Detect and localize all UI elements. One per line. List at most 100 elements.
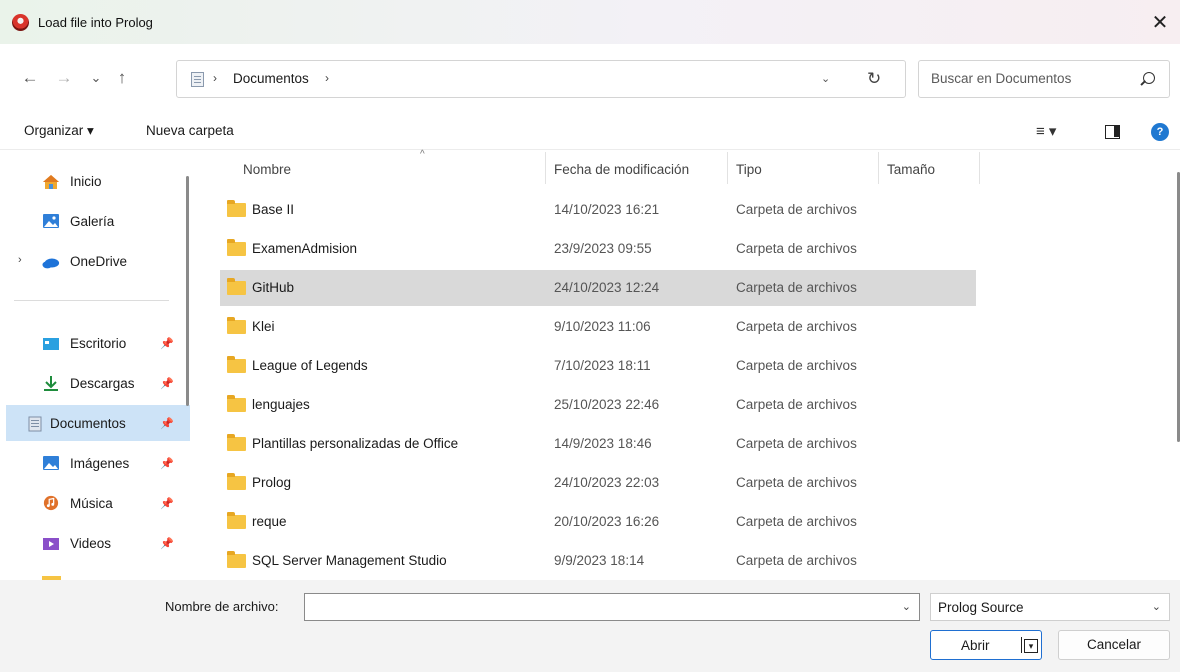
breadcrumb-documentos[interactable]: Documentos bbox=[233, 71, 309, 86]
folder-icon bbox=[227, 473, 246, 490]
file-date: 14/10/2023 16:21 bbox=[554, 202, 660, 217]
file-date: 9/10/2023 11:06 bbox=[554, 319, 651, 334]
sidebar-scrollbar[interactable] bbox=[186, 176, 189, 406]
column-header-size[interactable]: Tamaño bbox=[887, 150, 935, 186]
column-divider[interactable] bbox=[878, 152, 879, 184]
recent-locations-chevron-icon[interactable]: ⌄ bbox=[84, 66, 108, 90]
sidebar-item-inicio[interactable]: Inicio bbox=[0, 163, 190, 199]
file-name: SQL Server Management Studio bbox=[252, 553, 447, 568]
sidebar-item-musica[interactable]: Música 📌 bbox=[0, 485, 190, 521]
up-arrow-icon[interactable]: ↑ bbox=[110, 66, 134, 90]
file-row[interactable]: ExamenAdmision 23/9/2023 09:55 Carpeta d… bbox=[220, 231, 976, 267]
search-icon[interactable] bbox=[1143, 72, 1155, 84]
column-header-label: Fecha de modificación bbox=[554, 162, 690, 177]
column-divider[interactable] bbox=[979, 152, 980, 184]
pin-icon[interactable]: 📌 bbox=[160, 537, 174, 550]
organize-menu-button[interactable]: Organizar ▾ bbox=[24, 123, 94, 139]
column-header-type[interactable]: Tipo bbox=[736, 150, 762, 186]
filetype-value: Prolog Source bbox=[938, 600, 1024, 615]
file-name: GitHub bbox=[252, 280, 295, 295]
prolog-app-icon bbox=[12, 14, 29, 31]
home-icon bbox=[43, 175, 59, 189]
column-header-date[interactable]: Fecha de modificación bbox=[554, 150, 689, 186]
back-arrow-icon[interactable]: ← bbox=[18, 66, 42, 90]
file-row[interactable]: Klei 9/10/2023 11:06 Carpeta de archivos bbox=[220, 309, 976, 345]
pin-icon[interactable]: 📌 bbox=[160, 377, 174, 390]
file-row[interactable]: Prolog 24/10/2023 22:03 Carpeta de archi… bbox=[220, 465, 976, 501]
close-button[interactable]: ✕ bbox=[1140, 0, 1180, 44]
filename-input[interactable]: ⌄ bbox=[304, 593, 920, 621]
file-list: Nombre ^ Fecha de modificación Tipo Tama… bbox=[200, 149, 1180, 580]
pin-icon[interactable]: 📌 bbox=[160, 497, 174, 510]
new-folder-button[interactable]: Nueva carpeta bbox=[146, 123, 234, 138]
file-type: Carpeta de archivos bbox=[736, 319, 857, 334]
sidebar-item-videos[interactable]: Videos 📌 bbox=[0, 525, 190, 561]
column-divider[interactable] bbox=[545, 152, 546, 184]
file-date: 25/10/2023 22:46 bbox=[554, 397, 660, 412]
file-name: Plantillas personalizadas de Office bbox=[252, 436, 459, 451]
expand-chevron-icon[interactable]: › bbox=[18, 254, 22, 266]
file-name: lenguajes bbox=[252, 397, 310, 412]
forward-arrow-icon[interactable]: → bbox=[52, 66, 76, 90]
navigation-pane: Inicio Galería › OneDrive Escritorio 📌 D… bbox=[0, 150, 200, 580]
sidebar-item-label: Escritorio bbox=[70, 335, 127, 351]
sort-ascending-icon: ^ bbox=[420, 149, 425, 160]
help-icon[interactable]: ? bbox=[1151, 123, 1169, 141]
file-date: 23/9/2023 09:55 bbox=[554, 241, 652, 256]
sidebar-item-descargas[interactable]: Descargas 📌 bbox=[0, 365, 190, 401]
breadcrumb-separator-icon[interactable]: › bbox=[325, 71, 329, 85]
file-row-selected[interactable]: GitHub 24/10/2023 12:24 Carpeta de archi… bbox=[220, 270, 976, 306]
file-row[interactable]: Base II 14/10/2023 16:21 Carpeta de arch… bbox=[220, 192, 976, 228]
file-type: Carpeta de archivos bbox=[736, 397, 857, 412]
sidebar-item-label: Videos bbox=[70, 535, 112, 551]
file-row[interactable]: Plantillas personalizadas de Office 14/9… bbox=[220, 426, 976, 462]
preview-pane-icon[interactable] bbox=[1105, 125, 1120, 139]
column-divider[interactable] bbox=[727, 152, 728, 184]
address-bar[interactable]: › Documentos › ⌄ ↻ bbox=[176, 60, 906, 98]
filename-label: Nombre de archivo: bbox=[165, 599, 279, 614]
onedrive-icon bbox=[42, 258, 60, 269]
sidebar-item-escritorio[interactable]: Escritorio 📌 bbox=[0, 325, 190, 361]
sidebar-item-label: Inicio bbox=[70, 173, 102, 189]
filename-dropdown-chevron-icon[interactable]: ⌄ bbox=[902, 600, 911, 613]
sidebar-item-imagenes[interactable]: Imágenes 📌 bbox=[0, 445, 190, 481]
desktop-icon bbox=[43, 338, 59, 350]
file-date: 20/10/2023 16:26 bbox=[554, 514, 660, 529]
file-row[interactable]: reque 20/10/2023 16:26 Carpeta de archiv… bbox=[220, 504, 976, 540]
sidebar-item-label: Documentos bbox=[50, 415, 126, 431]
open-options-dropdown-icon[interactable]: ▾ bbox=[1024, 639, 1038, 653]
gallery-icon bbox=[43, 214, 59, 228]
open-button[interactable]: Abrir ▾ bbox=[930, 630, 1042, 660]
folder-icon bbox=[227, 356, 246, 373]
folder-icon bbox=[227, 551, 246, 568]
column-header-name[interactable]: Nombre bbox=[243, 150, 291, 186]
pin-icon[interactable]: 📌 bbox=[160, 417, 174, 430]
file-date: 7/10/2023 18:11 bbox=[554, 358, 651, 373]
cancel-button[interactable]: Cancelar bbox=[1058, 630, 1170, 660]
sidebar-item-galeria[interactable]: Galería bbox=[0, 203, 190, 239]
title-bar: Load file into Prolog ✕ bbox=[0, 0, 1180, 44]
file-type: Carpeta de archivos bbox=[736, 514, 857, 529]
pin-icon[interactable]: 📌 bbox=[160, 337, 174, 350]
sidebar-item-onedrive[interactable]: › OneDrive bbox=[0, 243, 190, 279]
sidebar-item-partial[interactable] bbox=[0, 565, 190, 580]
view-options-icon[interactable]: ≡ ▾ bbox=[1036, 122, 1056, 140]
refresh-icon[interactable]: ↻ bbox=[867, 69, 881, 89]
filetype-select[interactable]: Prolog Source ⌄ bbox=[930, 593, 1170, 621]
file-type: Carpeta de archivos bbox=[736, 553, 857, 568]
file-row[interactable]: SQL Server Management Studio 9/9/2023 18… bbox=[220, 543, 976, 579]
address-dropdown-chevron-icon[interactable]: ⌄ bbox=[821, 72, 830, 85]
open-button-label: Abrir bbox=[961, 638, 990, 653]
file-row[interactable]: League of Legends 7/10/2023 18:11 Carpet… bbox=[220, 348, 976, 384]
sidebar-item-documentos[interactable]: Documentos 📌 bbox=[6, 405, 190, 441]
file-date: 9/9/2023 18:14 bbox=[554, 553, 645, 568]
sidebar-item-label: Galería bbox=[70, 213, 115, 229]
file-type: Carpeta de archivos bbox=[736, 280, 857, 295]
download-icon bbox=[44, 376, 58, 391]
folder-icon bbox=[227, 200, 246, 217]
pin-icon[interactable]: 📌 bbox=[160, 457, 174, 470]
sidebar-item-label: Imágenes bbox=[70, 455, 130, 471]
command-toolbar: Organizar ▾ Nueva carpeta ≡ ▾ ? bbox=[0, 114, 1180, 150]
search-input[interactable]: Buscar en Documentos bbox=[918, 60, 1170, 98]
file-row[interactable]: lenguajes 25/10/2023 22:46 Carpeta de ar… bbox=[220, 387, 976, 423]
